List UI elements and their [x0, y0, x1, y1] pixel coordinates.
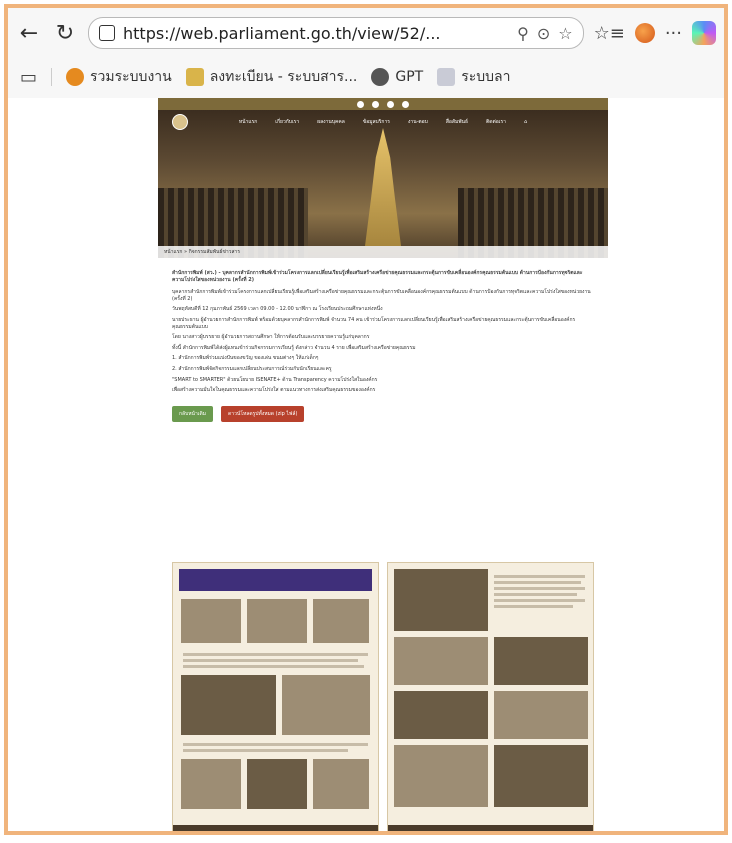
screenshot-frame: ← ↻ https://web.parliament.go.th/view/52…: [4, 4, 728, 835]
home-icon[interactable]: ⌂: [524, 119, 527, 125]
bookmark-favicon-icon: [185, 68, 204, 86]
photo: [313, 759, 369, 809]
article-paragraph: "SMART to SMARTER" ด้วยนโยบาย ISENATE+ ด…: [172, 376, 378, 383]
poster-footer: [388, 825, 593, 831]
photo: [394, 637, 488, 685]
menu-item[interactable]: ข้อมูลบริการ: [363, 118, 390, 126]
article-paragraph: บุคลากรสำนักการพิมพ์เข้าร่วมโครงการแลกเป…: [172, 289, 591, 302]
photo: [181, 599, 241, 643]
url-text: https://web.parliament.go.th/view/52/...: [123, 23, 441, 43]
article-paragraph: โดย นางสาวผู้บรรยาย ผู้อำนวยการสถานศึกษา…: [172, 334, 370, 341]
menu-item[interactable]: ติดต่อเรา: [486, 118, 506, 126]
article-paragraph: นายประธาน ผู้อำนวยการสำนักการพิมพ์ พร้อม…: [172, 316, 576, 330]
site-menu: หน้าแรก เกี่ยวกับเรา ผลงานบุคคล ข้อมูลบร…: [158, 114, 608, 130]
poster-header: [179, 569, 372, 591]
article-paragraph: ทั้งนี้ สำนักการพิมพ์ได้ส่งผู้แทนเข้าร่ว…: [172, 344, 416, 351]
bookmark-item[interactable]: รวมระบบงาน: [66, 66, 172, 88]
article-paragraph: 2. สำนักการพิมพ์จัดกิจกรรมแลกเปลี่ยนประส…: [172, 365, 332, 372]
address-bar[interactable]: https://web.parliament.go.th/view/52/...…: [88, 17, 584, 49]
text-line: [494, 593, 577, 596]
settings-more-icon[interactable]: ···: [665, 23, 682, 44]
bookmark-favicon-icon: [66, 68, 85, 86]
article-title: สำนักการพิมพ์ (สว.) - บุคลากรสำนักการพิม…: [172, 270, 583, 283]
font-size-icon[interactable]: [372, 100, 379, 108]
copilot-icon[interactable]: [692, 21, 716, 45]
photo: [181, 759, 241, 809]
gallery-image[interactable]: [387, 562, 594, 831]
photo: [494, 691, 588, 739]
article-actions: กลับหน้าเดิม ดาวน์โหลดรูปทั้งหมด (zip ไฟ…: [158, 398, 608, 430]
gallery-image[interactable]: [172, 562, 379, 831]
menu-item[interactable]: เกี่ยวกับเรา: [275, 118, 299, 126]
hero-banner: หน้าแรก เกี่ยวกับเรา ผลงานบุคคล ข้อมูลบร…: [158, 110, 608, 258]
text-line: [183, 665, 364, 668]
bookmark-item[interactable]: ลงทะเบียน - ระบบสาร...: [185, 66, 358, 88]
text-line: [183, 749, 348, 752]
poster-footer: [173, 825, 378, 831]
back-button[interactable]: กลับหน้าเดิม: [172, 405, 214, 422]
menu-item[interactable]: สื่อสัมพันธ์: [446, 118, 468, 126]
article-paragraph: เพื่อสร้างความมั่นใจในคุณธรรมและความโปร่…: [172, 387, 376, 394]
photo: [247, 599, 307, 643]
article-body: สำนักการพิมพ์ (สว.) - บุคลากรสำนักการพิม…: [158, 258, 608, 394]
web-page: หน้าแรก เกี่ยวกับเรา ผลงานบุคคล ข้อมูลบร…: [8, 98, 724, 831]
site-info-icon[interactable]: [99, 25, 115, 41]
bookmark-label: รวมระบบงาน: [90, 69, 172, 85]
text-line: [183, 743, 368, 746]
navigation-toolbar: ← ↻ https://web.parliament.go.th/view/52…: [8, 8, 724, 58]
bookmark-item[interactable]: ระบบลา: [437, 66, 510, 88]
refresh-icon[interactable]: ↻: [52, 20, 78, 46]
browser-chrome: ← ↻ https://web.parliament.go.th/view/52…: [8, 8, 724, 99]
text-line: [494, 599, 585, 602]
chatgpt-icon: [371, 68, 390, 86]
photo: [313, 599, 369, 643]
bookmark-favicon-icon: [437, 68, 456, 86]
bookmarks-bar: ▭ รวมระบบงาน ลงทะเบียน - ระบบสาร... GPT …: [8, 58, 724, 96]
parliament-tower-image: [365, 128, 401, 246]
more-dots-icon[interactable]: ⊙: [537, 24, 550, 43]
site-container: หน้าแรก เกี่ยวกับเรา ผลงานบุคคล ข้อมูลบร…: [158, 98, 608, 831]
favorite-star-icon[interactable]: ☆: [558, 24, 572, 43]
photo: [494, 637, 588, 685]
text-line: [494, 575, 585, 578]
photo: [394, 691, 488, 739]
photo: [494, 745, 588, 807]
menu-item[interactable]: งาน-ตอบ: [408, 118, 428, 126]
bookmark-label: ระบบลา: [461, 69, 511, 85]
favorites-icon[interactable]: ☆≡: [594, 23, 625, 44]
bookmark-separator: [51, 68, 53, 86]
photo: [282, 675, 370, 735]
font-size-icon[interactable]: [357, 100, 364, 108]
zoom-icon[interactable]: ⚲: [517, 24, 529, 43]
sidebar-toggle-icon[interactable]: ▭: [20, 67, 37, 88]
photo: [247, 759, 307, 809]
bookmark-label: GPT: [395, 69, 424, 85]
profile-icon[interactable]: [634, 23, 655, 43]
text-line: [183, 659, 358, 662]
bookmark-item[interactable]: GPT: [371, 68, 423, 86]
photo-gallery: [172, 562, 594, 831]
article-paragraph: วันพฤหัสบดีที่ 12 กุมภาพันธ์ 2569 เวลา 0…: [172, 306, 383, 313]
accessibility-bar: [158, 98, 608, 110]
photo: [394, 569, 488, 631]
breadcrumb[interactable]: หน้าแรก » กิจกรรมสัมพันธ์ข่าวสาร: [158, 246, 608, 258]
text-line: [494, 587, 585, 590]
photo: [181, 675, 276, 735]
download-zip-button[interactable]: ดาวน์โหลดรูปทั้งหมด (zip ไฟล์): [221, 405, 305, 422]
contrast-icon[interactable]: [402, 100, 409, 108]
photo: [394, 745, 488, 807]
text-line: [494, 605, 573, 608]
back-icon[interactable]: ←: [16, 20, 42, 46]
text-line: [183, 653, 368, 656]
bookmark-label: ลงทะเบียน - ระบบสาร...: [209, 69, 358, 85]
text-line: [494, 581, 581, 584]
article-paragraph: 1. สำนักการพิมพ์ร่วมแบ่งปันของขวัญ ของเล…: [172, 355, 319, 362]
contrast-icon[interactable]: [387, 100, 394, 108]
menu-item[interactable]: ผลงานบุคคล: [317, 118, 345, 126]
menu-item[interactable]: หน้าแรก: [239, 118, 257, 126]
